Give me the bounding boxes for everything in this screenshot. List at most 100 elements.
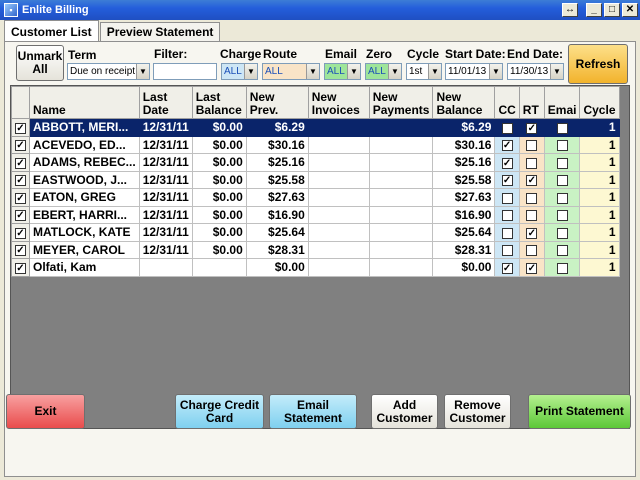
column-header-last-balance[interactable]: Last Balance (191, 86, 247, 119)
cc-checkbox[interactable]: ✓ (494, 258, 520, 277)
cell-new-balance: $25.64 (432, 223, 496, 242)
check-icon: ✓ (15, 245, 26, 257)
email-checkbox[interactable] (543, 258, 581, 277)
rt-checkbox[interactable] (518, 240, 545, 259)
cc-checkbox[interactable]: ✓ (494, 153, 520, 172)
cell-new-invoices (307, 205, 370, 224)
rt-checkbox[interactable] (518, 205, 545, 224)
table-row[interactable]: ✓ EASTWOOD, J... 12/31/11 $0.00 $25.58 $25.58… (11, 170, 620, 189)
column-header-last-date[interactable]: Last Date (138, 86, 193, 119)
close-button[interactable]: ✕ (622, 3, 638, 17)
cc-checkbox[interactable]: ✓ (494, 170, 520, 189)
remove-customer-button[interactable]: Remove Customer (444, 394, 511, 429)
email-checkbox[interactable] (543, 188, 581, 207)
tab-customer-list[interactable]: Customer List (4, 20, 99, 41)
print-statement-button[interactable]: Print Statement (528, 394, 631, 429)
row-select-checkbox[interactable]: ✓ (11, 135, 30, 154)
email-checkbox[interactable] (543, 135, 581, 154)
row-select-checkbox[interactable]: ✓ (11, 118, 30, 137)
cc-checkbox[interactable] (494, 223, 520, 242)
email-checkbox[interactable] (543, 118, 581, 137)
email-dropdown[interactable]: ALL ▼ (324, 63, 361, 80)
cell-new-payments (368, 258, 434, 277)
table-row[interactable]: ✓ ADAMS, REBEC... 12/31/11 $0.00 $25.16 $25.1… (11, 153, 620, 172)
zero-dropdown[interactable]: ALL ▼ (365, 63, 402, 80)
email-checkbox[interactable] (543, 205, 581, 224)
check-icon: ✓ (15, 157, 26, 169)
table-row[interactable]: ✓ EATON, GREG 12/31/11 $0.00 $27.63 $27.63 1 (11, 188, 620, 207)
chevron-down-icon: ▼ (347, 64, 360, 79)
table-row[interactable]: ✓ ABBOTT, MERI... 12/31/11 $0.00 $6.29 $6.29 ✓… (11, 118, 620, 137)
email-checkbox[interactable] (543, 170, 581, 189)
column-header-cc[interactable]: CC (494, 86, 520, 119)
table-row[interactable]: ✓ MEYER, CAROL 12/31/11 $0.00 $28.31 $28.31 1 (11, 240, 620, 259)
cell-last-balance: $0.00 (191, 135, 247, 154)
cc-checkbox[interactable] (494, 205, 520, 224)
rt-checkbox[interactable]: ✓ (518, 118, 545, 137)
column-header-rt[interactable]: RT (518, 86, 545, 119)
minimize-button[interactable]: _ (586, 3, 602, 17)
column-header-new-payments[interactable]: New Payments (368, 86, 434, 119)
email-statement-button[interactable]: Email Statement (269, 394, 357, 429)
row-select-checkbox[interactable]: ✓ (11, 223, 30, 242)
row-select-checkbox[interactable]: ✓ (11, 205, 30, 224)
column-header-new-invoices[interactable]: New Invoices (307, 86, 370, 119)
charge-dropdown[interactable]: ALL ▼ (221, 63, 258, 80)
rt-checkbox[interactable]: ✓ (518, 223, 545, 242)
check-icon: ✓ (15, 262, 26, 274)
cell-name: ADAMS, REBEC... (29, 153, 140, 172)
row-select-checkbox[interactable]: ✓ (11, 153, 30, 172)
start-date-value: 11/01/13 (448, 66, 487, 77)
cycle-dropdown[interactable]: 1st ▼ (406, 63, 442, 80)
route-dropdown[interactable]: ALL ▼ (262, 63, 320, 80)
refresh-button[interactable]: Refresh (568, 44, 628, 84)
zero-value: ALL (368, 66, 386, 77)
start-date-picker[interactable]: 11/01/13 ▼ (445, 63, 503, 80)
table-row[interactable]: ✓ EBERT, HARRI... 12/31/11 $0.00 $16.90 $16.9… (11, 205, 620, 224)
column-header-new-prev[interactable]: New Prev. (245, 86, 309, 119)
row-select-checkbox[interactable]: ✓ (11, 188, 30, 207)
column-header-name[interactable]: Name (29, 86, 140, 119)
rt-checkbox[interactable]: ✓ (518, 258, 545, 277)
app-icon: ▪ (4, 3, 18, 17)
row-select-checkbox[interactable]: ✓ (11, 258, 30, 277)
table-row[interactable]: ✓ Olfati, Kam $0.00 $0.00 ✓ ✓ 1 (11, 258, 620, 277)
rt-checkbox[interactable]: ✓ (518, 170, 545, 189)
charge-credit-card-button[interactable]: Charge Credit Card (175, 394, 264, 429)
tab-preview-statement[interactable]: Preview Statement (99, 22, 221, 41)
column-header-new-balance[interactable]: New Balance (432, 86, 496, 119)
cell-last-balance: $0.00 (191, 118, 247, 137)
email-checkbox[interactable] (543, 153, 581, 172)
cc-checkbox[interactable] (494, 118, 520, 137)
column-header-cycle[interactable]: Cycle (579, 86, 620, 119)
route-value: ALL (265, 66, 283, 77)
cell-name: MEYER, CAROL (29, 240, 140, 259)
cc-checkbox[interactable] (494, 240, 520, 259)
rt-checkbox[interactable] (518, 153, 545, 172)
row-select-checkbox[interactable]: ✓ (11, 240, 30, 259)
end-date-picker[interactable]: 11/30/13 ▼ (507, 63, 564, 80)
chevron-down-icon: ▼ (136, 64, 149, 79)
term-dropdown[interactable]: Due on receipt ▼ (67, 63, 150, 80)
exit-button[interactable]: Exit (6, 394, 85, 429)
email-checkbox[interactable] (543, 223, 581, 242)
rt-checkbox[interactable] (518, 188, 545, 207)
check-icon: ✓ (15, 192, 26, 204)
add-customer-button[interactable]: Add Customer (371, 394, 438, 429)
checkbox-icon (556, 192, 568, 204)
cc-checkbox[interactable]: ✓ (494, 135, 520, 154)
email-checkbox[interactable] (543, 240, 581, 259)
unmark-all-button[interactable]: Unmark All (16, 45, 64, 81)
table-row[interactable]: ✓ ACEVEDO, ED... 12/31/11 $0.00 $30.16 $30.16… (11, 135, 620, 154)
table-row[interactable]: ✓ MATLOCK, KATE 12/31/11 $0.00 $25.64 $25.64 ✓… (11, 223, 620, 242)
cell-new-invoices (307, 223, 370, 242)
cc-checkbox[interactable] (494, 188, 520, 207)
cell-new-payments (368, 153, 434, 172)
restore-arrows-icon[interactable]: ↔ (562, 3, 578, 17)
column-header-email[interactable]: Emai (543, 86, 581, 119)
filter-input[interactable] (153, 63, 217, 80)
maximize-button[interactable]: □ (604, 3, 620, 17)
row-select-checkbox[interactable]: ✓ (11, 170, 30, 189)
rt-checkbox[interactable] (518, 135, 545, 154)
cycle-label: Cycle (407, 47, 440, 61)
